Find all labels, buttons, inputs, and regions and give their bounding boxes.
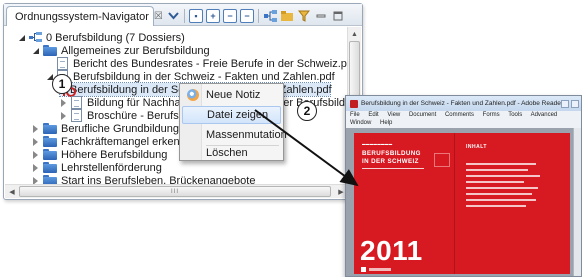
expand-toggle-icon[interactable] <box>32 47 40 55</box>
minus-box-icon[interactable]: − <box>240 9 254 23</box>
menu-edit[interactable]: Edit <box>368 112 378 118</box>
menu-help[interactable]: Help <box>380 120 392 126</box>
tree-item-label: 0 Berufsbildung (7 Dossiers) <box>46 31 185 44</box>
context-menu: Neue Notiz Datei zeigen Massenmutation L… <box>179 83 287 161</box>
folder-icon <box>43 149 57 160</box>
expand-toggle-icon[interactable] <box>32 176 40 184</box>
view-toolbar: ▪ + − − <box>166 8 348 24</box>
menu-document[interactable]: Document <box>409 112 436 118</box>
menu-item-neue-notiz[interactable]: Neue Notiz <box>182 86 281 104</box>
pdf-window-titlebar[interactable]: Berufsbildung in der Schweiz - Fakten un… <box>346 96 581 111</box>
chevron-down-icon[interactable] <box>166 9 180 23</box>
menu-advanced[interactable]: Advanced <box>531 112 558 118</box>
collapse-all-icon[interactable]: ▪ <box>189 9 203 23</box>
expand-toggle-icon[interactable] <box>32 163 40 172</box>
tree-item-folder[interactable]: Berufliche Grundbildung <box>32 122 179 135</box>
document-icon <box>57 57 68 70</box>
note-icon <box>187 89 199 101</box>
tree-item-folder[interactable]: Allgemeines zur Berufsbildung <box>32 44 210 57</box>
expand-toggle-icon[interactable] <box>60 98 68 107</box>
expand-toggle-icon[interactable] <box>18 34 26 42</box>
menu-comments[interactable]: Comments <box>445 112 474 118</box>
toolbar-separator <box>184 9 185 23</box>
pdf-cover-heading: BERUFSBILDUNG IN DER SCHWEIZ <box>362 150 421 165</box>
scrollbar-thumb[interactable]: III <box>19 186 331 197</box>
swiss-flag-icon <box>361 267 366 272</box>
close-icon[interactable]: ☒ <box>154 11 163 22</box>
menu-tools[interactable]: Tools <box>508 112 522 118</box>
tree-item-root[interactable]: 0 Berufsbildung (7 Dossiers) <box>18 31 185 44</box>
menu-window[interactable]: Window <box>350 120 371 126</box>
tree-item-folder[interactable]: Höhere Berufsbildung <box>32 148 167 161</box>
tree-item-label: Berufsbildung in der Schweiz - Fakten un… <box>73 70 335 83</box>
tree-item-document[interactable]: Berufsbildung in der Schweiz - Fakten un… <box>46 70 335 83</box>
menu-item-label: Massenmutation <box>206 129 287 141</box>
pdf-menubar: File Edit View Document Comments Forms T… <box>346 111 581 127</box>
maximize-icon[interactable] <box>331 9 345 23</box>
minimize-icon[interactable] <box>314 9 328 23</box>
pdf-header-strip: ▬▬▬▬▬▬▬▬ <box>362 142 393 146</box>
minimize-icon[interactable] <box>561 99 569 108</box>
menu-item-massenmutation[interactable]: Massenmutation <box>182 126 287 144</box>
scroll-left-icon[interactable]: ◀ <box>6 185 18 198</box>
tree-item-document[interactable]: Bericht des Bundesrates - Freie Berufe i… <box>46 57 350 70</box>
swiss-cross-icon <box>434 153 450 167</box>
tree-item-folder[interactable]: Lehrstellenförderung <box>32 161 162 174</box>
menu-item-label: Neue Notiz <box>206 89 261 101</box>
folder-icon <box>43 162 57 173</box>
menu-item-label: Datei zeigen <box>207 109 269 121</box>
expand-toggle-icon[interactable] <box>32 150 40 159</box>
tree-item-label: Berufliche Grundbildung <box>61 122 180 135</box>
menu-file[interactable]: File <box>350 112 360 118</box>
document-icon <box>71 96 82 109</box>
pdf-page: ▬▬▬▬▬▬▬▬ BERUFSBILDUNG IN DER SCHWEIZ 20… <box>354 133 570 274</box>
tree-item-label: Bericht des Bundesrates - Freie Berufe i… <box>73 57 350 70</box>
expand-toggle-icon[interactable] <box>32 124 40 133</box>
folder-icon <box>43 136 57 147</box>
view-header: Ordnungssystem-Navigator ☒ ▪ + − − <box>4 4 362 26</box>
menu-item-label: Löschen <box>206 146 248 159</box>
menu-item-datei-zeigen[interactable]: Datei zeigen <box>182 106 281 124</box>
expand-minus-icon[interactable]: − <box>223 9 237 23</box>
tree-item-label: Allgemeines zur Berufsbildung <box>61 44 210 57</box>
tree-item-folder[interactable]: Start ins Berufsleben, Brückenangebote <box>32 174 255 184</box>
document-icon <box>71 109 82 122</box>
pdf-cover-year: 2011 <box>360 235 423 266</box>
menu-forms[interactable]: Forms <box>483 112 500 118</box>
tree-item-label: Lehrstellenförderung <box>61 161 162 174</box>
expand-toggle-icon[interactable] <box>60 111 68 120</box>
vertical-scrollbar[interactable] <box>573 128 581 276</box>
maximize-icon[interactable] <box>571 99 579 108</box>
filter-icon[interactable] <box>297 9 311 23</box>
tree-item-label: Start ins Berufsleben, Brückenangebote <box>61 174 256 185</box>
folder-icon <box>43 123 57 134</box>
tree-item-label: Fachkräftemangel erkennen <box>61 135 198 148</box>
folder-icon <box>43 45 57 56</box>
tab-ordnungssystem-navigator[interactable]: Ordnungssystem-Navigator ☒ <box>6 6 163 26</box>
tree-item-label: Höhere Berufsbildung <box>61 148 168 161</box>
scroll-up-icon[interactable]: ▲ <box>348 28 361 40</box>
expand-plus-icon[interactable]: + <box>206 9 220 23</box>
pdf-window-title: Berufsbildung in der Schweiz - Fakten un… <box>361 100 561 107</box>
expand-toggle-icon[interactable] <box>32 137 40 146</box>
horizontal-scrollbar[interactable]: ◀ III ▶ <box>5 184 348 198</box>
repository-icon <box>29 32 42 42</box>
scrollbar-grip: III <box>170 188 179 195</box>
toolbar-separator <box>258 9 259 23</box>
link-editor-icon[interactable] <box>263 9 277 23</box>
folder-add-icon[interactable] <box>280 9 294 23</box>
step-marker-2: 2 <box>297 101 317 121</box>
step-marker-1: 1 <box>52 74 72 94</box>
adobe-reader-icon <box>350 99 358 108</box>
folder-icon <box>43 175 57 184</box>
tree-item-folder[interactable]: Fachkräftemangel erkennen <box>32 135 198 148</box>
tab-title: Ordnungssystem-Navigator <box>15 10 149 23</box>
pdf-toc-title: INHALT <box>466 144 487 150</box>
menu-item-loeschen[interactable]: Löschen <box>182 145 281 160</box>
menu-view[interactable]: View <box>387 112 400 118</box>
